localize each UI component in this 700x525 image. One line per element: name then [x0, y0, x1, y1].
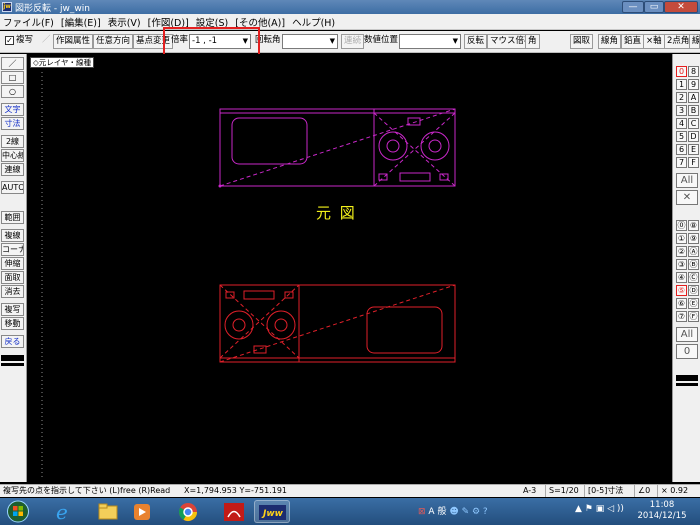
layer-indicator[interactable]: A-3	[523, 485, 536, 497]
sink-bowl	[231, 117, 308, 165]
burner-left	[378, 131, 408, 161]
cursor-coordinates: X=1,794.953 Y=-751.191	[184, 486, 287, 495]
acrobat-icon[interactable]	[216, 500, 252, 523]
copy-figure	[219, 284, 456, 363]
original-figure	[219, 108, 456, 187]
burner-left	[224, 310, 254, 340]
clock-time: 11:08	[649, 500, 675, 510]
svg-text:Jww: Jww	[261, 509, 284, 519]
burner-right-inner	[274, 318, 288, 332]
base-point-marker	[218, 184, 222, 188]
dimension-indicator[interactable]: [0-5]寸法	[584, 485, 623, 497]
control-button-right	[284, 291, 294, 299]
control-panel	[243, 290, 275, 300]
clock-date: 2014/12/15	[637, 511, 687, 521]
file-explorer-icon[interactable]	[90, 500, 126, 523]
angle-indicator[interactable]: ∠0	[634, 485, 650, 497]
burner-right	[420, 131, 450, 161]
control-panel	[399, 172, 431, 182]
jw-cad-taskbar-icon[interactable]: Jww	[254, 500, 290, 523]
ime-indicator[interactable]: A 般	[428, 507, 446, 517]
zoom-indicator[interactable]: × 0.92	[657, 485, 688, 497]
status-bar: 複写先の点を指示して下さい (L)free (R)Read X=1,794.95…	[0, 484, 700, 497]
sink-bowl	[366, 306, 443, 354]
media-player-icon[interactable]	[124, 500, 160, 523]
drawing-overlay	[41, 72, 456, 478]
svg-text:e: e	[56, 500, 68, 523]
status-message: 複写先の点を指示して下さい (L)free (R)Read	[3, 486, 171, 495]
burner-left-inner	[386, 139, 400, 153]
diagonal-dashed-1	[219, 284, 456, 363]
burner-left-inner	[232, 318, 246, 332]
scale-indicator[interactable]: S=1/20	[545, 485, 579, 497]
notification-area-icons[interactable]: ▲ ⚑ ▣ ◁ ))	[575, 504, 624, 514]
original-figure-label: 元 図	[316, 204, 357, 222]
tray-icons[interactable]: ⊠ A 般 ☻ ✎ ⚙ ?	[418, 504, 488, 517]
windows-taskbar: e Jww ⊠ A 般 ☻ ✎ ⚙ ? ▲ ⚑ ▣ ◁ )) 11:08 201…	[0, 498, 700, 525]
taskbar-clock[interactable]: 11:08 2014/12/15	[633, 500, 691, 522]
grill-knob	[253, 345, 267, 354]
burner-right	[266, 310, 296, 340]
internet-explorer-icon[interactable]: e	[44, 500, 80, 524]
chrome-icon[interactable]	[170, 500, 206, 523]
burner-right-inner	[428, 139, 442, 153]
start-button-icon[interactable]	[6, 500, 30, 523]
